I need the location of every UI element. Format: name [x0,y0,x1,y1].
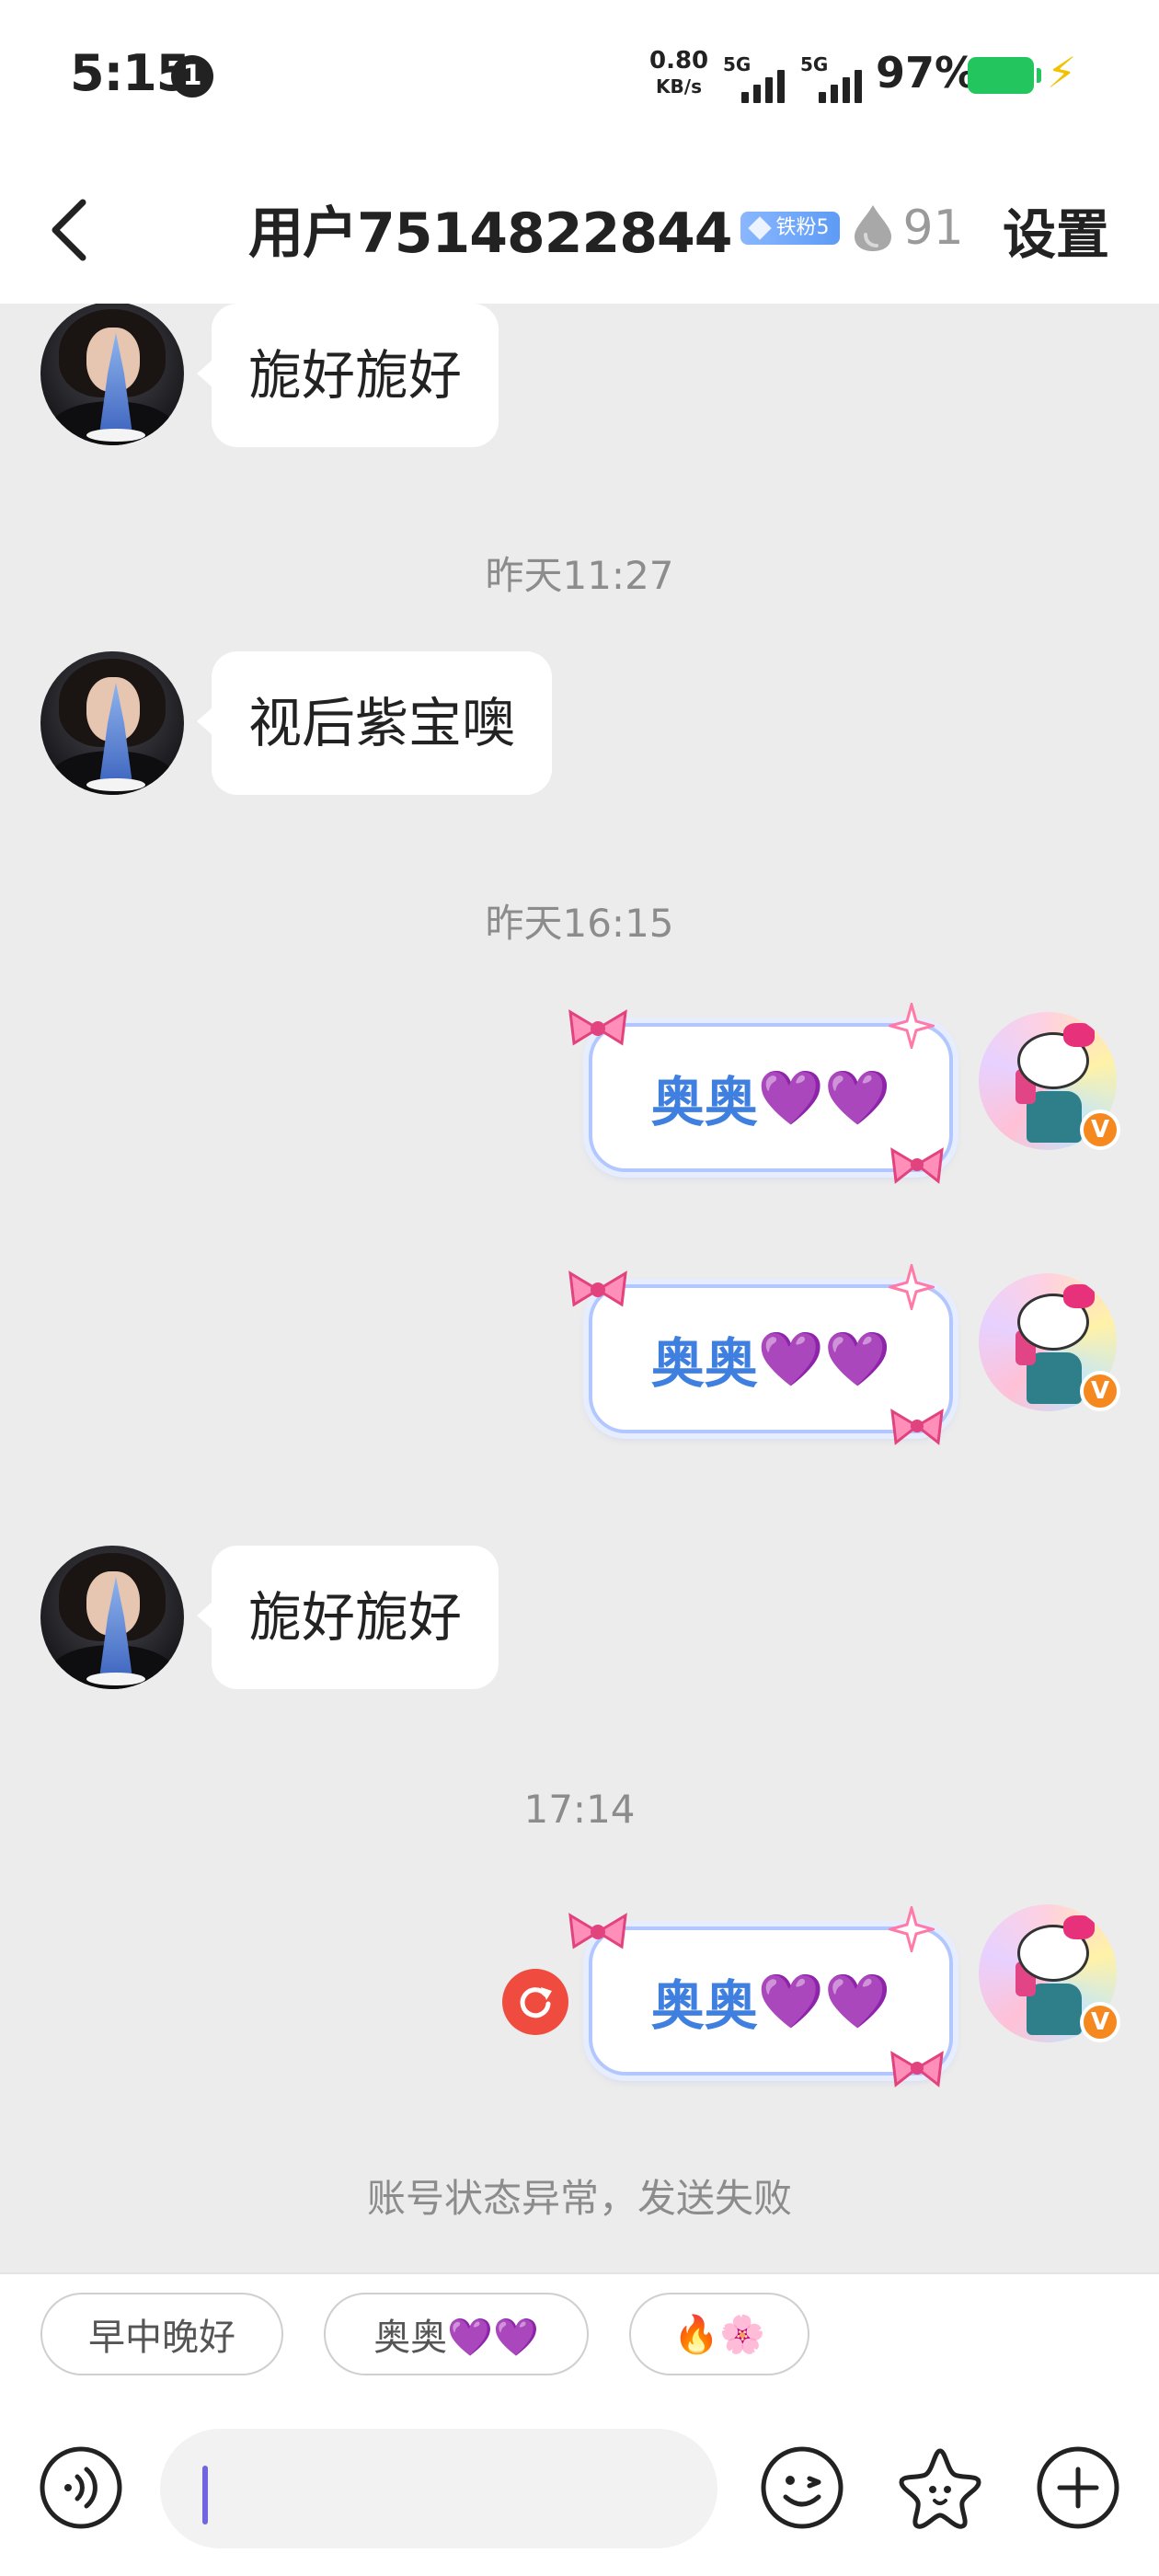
voice-icon [40,2446,122,2529]
chevron-left-icon [52,199,86,261]
settings-button[interactable]: 设置 [1003,191,1109,269]
emoji-button[interactable] [758,2444,846,2532]
my-avatar[interactable]: V [979,1012,1120,1150]
retry-icon [520,1987,552,2018]
send-failed-notice: 账号状态异常，发送失败 [366,2176,792,2221]
page-title: 用户7514822844 [248,201,732,266]
star-sticker-icon [899,2448,981,2529]
quick-reply-chip[interactable]: 早中晚好 [40,2293,283,2375]
sent-message-text: 奥奥 [650,1071,758,1133]
purple-heart-emoji: 💜💜 [757,1969,891,2032]
text-cursor [202,2466,208,2524]
received-message-bubble[interactable]: 旎好旎好 [196,304,499,447]
contact-avatar[interactable] [40,304,184,445]
quick-reply-bar: 早中晚好 奥奥💜💜 🔥🌸 [0,2272,1159,2407]
header-title-group[interactable]: 用户7514822844 铁粉5 91 [248,182,964,274]
message-input[interactable] [160,2429,717,2548]
purple-heart-emoji: 💜💜 [757,1327,891,1390]
sent-message-text: 奥奥 [650,1974,758,2037]
verified-v-icon: V [1080,2002,1120,2042]
sent-message-bubble[interactable]: 奥奥 💜💜 [589,1926,953,2076]
charging-bolt-icon: ⚡ [1047,48,1077,98]
more-button[interactable] [1034,2444,1122,2532]
message-timestamp: 昨天11:27 [485,553,674,598]
plus-icon [1037,2446,1119,2529]
intimacy-drop-icon [855,205,892,251]
diamond-icon [748,216,773,240]
fan-level-label: 铁粉5 [775,216,830,239]
voice-button[interactable] [37,2444,125,2532]
network-speed-unit: KB/s [656,75,702,98]
message-timestamp: 昨天16:15 [485,901,674,946]
quick-reply-chip[interactable]: 奥奥💜💜 [324,2293,589,2375]
message-input-bar [0,2407,1159,2576]
message-timestamp: 17:14 [523,1787,636,1832]
signal-icon-1: 5G [723,53,797,103]
my-avatar[interactable]: V [979,1273,1120,1411]
sent-message-bubble[interactable]: 奥奥 💜💜 [589,1284,953,1433]
verified-v-icon: V [1080,1371,1120,1411]
received-message-bubble[interactable]: 旎好旎好 [196,1546,499,1689]
resend-button[interactable] [502,1969,568,2035]
status-bar: 5:15 1 0.80 KB/s 5G 5G 97% ⚡ [0,0,1159,156]
battery-icon [968,57,1041,94]
network-speed: 0.80 KB/s [649,48,708,99]
contact-avatar[interactable] [40,651,184,795]
sent-message-text: 奥奥 [650,1332,758,1395]
network-speed-value: 0.80 [649,47,709,75]
verified-v-icon: V [1080,1110,1120,1150]
notification-count-badge: 1 [171,55,213,98]
intimacy-value: 91 [902,201,964,256]
contact-avatar[interactable] [40,1546,184,1689]
battery-percent: 97% [876,48,978,98]
purple-heart-emoji: 💜💜 [757,1065,891,1129]
my-avatar[interactable]: V [979,1904,1120,2042]
chat-message-list[interactable]: 旎好旎好 昨天11:27 视后紫宝噢 昨天16:15 奥奥💜💜 V 奥奥💜💜 [0,304,1159,2272]
sticker-button[interactable] [896,2444,984,2532]
received-message-bubble[interactable]: 视后紫宝噢 [196,651,553,795]
quick-reply-chip[interactable]: 🔥🌸 [629,2293,809,2375]
fan-level-badge: 铁粉5 [740,212,841,245]
chat-header: 用户7514822844 铁粉5 91 设置 [0,156,1159,304]
sent-message-bubble[interactable]: 奥奥 💜💜 [589,1023,953,1172]
signal-icon-2: 5G [800,53,874,103]
back-button[interactable] [37,193,110,267]
emoji-icon [761,2446,843,2529]
